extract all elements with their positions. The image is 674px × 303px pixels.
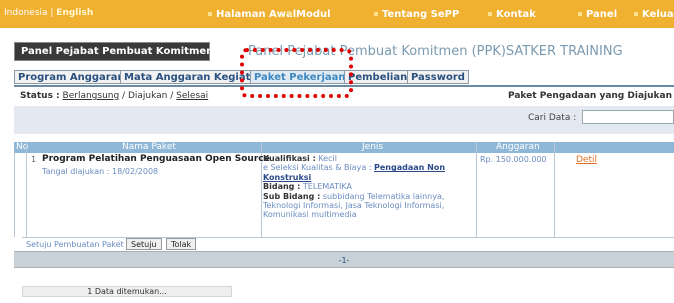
subbidang-line: Sub Bidang : subbidang Telematika lainny… [263,192,475,220]
tab-pembelian[interactable]: Pembelian [344,70,412,84]
subbidang-label: Sub Bidang : [263,191,321,201]
bullet-icon [374,12,378,16]
header-anggaran: Anggaran [496,142,540,152]
nav-halaman-awal[interactable]: Halaman Awal [208,9,296,20]
search-input[interactable] [582,110,674,124]
nav-modul[interactable]: Modul [288,9,331,20]
status-separator: / [167,91,177,101]
package-name: Program Pelatihan Penguasaan Open Source [42,154,270,164]
column-divider [476,142,477,237]
header-nama-paket: Nama Paket [122,142,176,152]
kualifikasi-line: Kualifikasi : Kecil [263,154,475,163]
status-diajukan[interactable]: Diajukan [128,91,167,101]
bullet-icon [208,12,212,16]
bidang-label: Bidang : [263,182,301,192]
status-selesai-link[interactable]: Selesai [176,91,208,101]
panel-title-box: Panel Pejabat Pembuat Komitmen [14,42,213,61]
bullet-icon [488,12,492,16]
table-header: No Nama Paket Jenis Anggaran [14,142,674,153]
budget-value: Rp. 150.000.000 [480,155,547,164]
language-switcher: Indonesia | English [4,8,93,18]
detail-link[interactable]: Detil [576,155,597,165]
language-separator: | [47,8,57,18]
nav-label: Tentang SePP [382,9,460,20]
status-berlangsung-link[interactable]: Berlangsung [63,91,120,101]
nav-keluar[interactable]: Keluar [634,9,674,20]
seleksi-line: e Seleksi Kualitas & Biaya : Pengadaan N… [263,163,475,182]
nav-tentang-sepp[interactable]: Tentang SePP [374,9,459,20]
column-divider [554,142,555,237]
kualifikasi-label: Kualifikasi : [263,154,316,163]
nav-label: Kontak [496,9,536,20]
bullet-icon [288,12,292,16]
bullet-icon [634,12,638,16]
nav-label: Halaman Awal [216,9,297,20]
nav-panel[interactable]: Panel [578,9,617,20]
status-separator: / [119,91,128,101]
package-type: Kualifikasi : Kecil e Seleksi Kualitas &… [263,154,475,220]
bullet-icon [578,12,582,16]
seleksi-label: e Seleksi Kualitas & Biaya : [263,163,372,173]
nav-kontak[interactable]: Kontak [488,9,536,20]
submission-date: Tangal diajukan : 18/02/2008 [42,167,159,176]
reject-button[interactable]: Tolak [166,238,197,250]
highlight-annotation [240,48,353,98]
tab-program-anggaran[interactable]: Program Anggaran [14,70,129,84]
column-divider [26,142,27,237]
tab-password[interactable]: Password [407,70,469,84]
nav-label: Keluar [642,9,674,20]
search-label: Cari Data : [528,113,577,123]
results-count: 1 Data ditemukan... [22,286,232,297]
nav-label: Modul [296,9,331,20]
status-label: Status : [20,91,60,101]
language-indonesia-link[interactable]: Indonesia [4,8,48,18]
kualifikasi-value: Kecil [318,154,337,163]
row-number: 1 [31,155,37,164]
nav-label: Panel [586,9,618,20]
top-navigation-bar: Indonesia | English Halaman Awal Modul T… [0,0,674,28]
bidang-value: TELEMATIKA [302,182,352,192]
language-english-link[interactable]: English [56,8,93,18]
approval-question: Setuju Pembuatan Paket ? [26,240,131,249]
status-filter: Status : Berlangsung / Diajukan / Selesa… [20,91,208,101]
bidang-line: Bidang : TELEMATIKA [263,182,475,191]
approve-button[interactable]: Setuju [126,238,162,250]
header-jenis: Jenis [362,142,384,152]
pagination[interactable]: -1- [14,251,674,268]
section-heading: Paket Pengadaan yang Diajukan [508,91,672,101]
